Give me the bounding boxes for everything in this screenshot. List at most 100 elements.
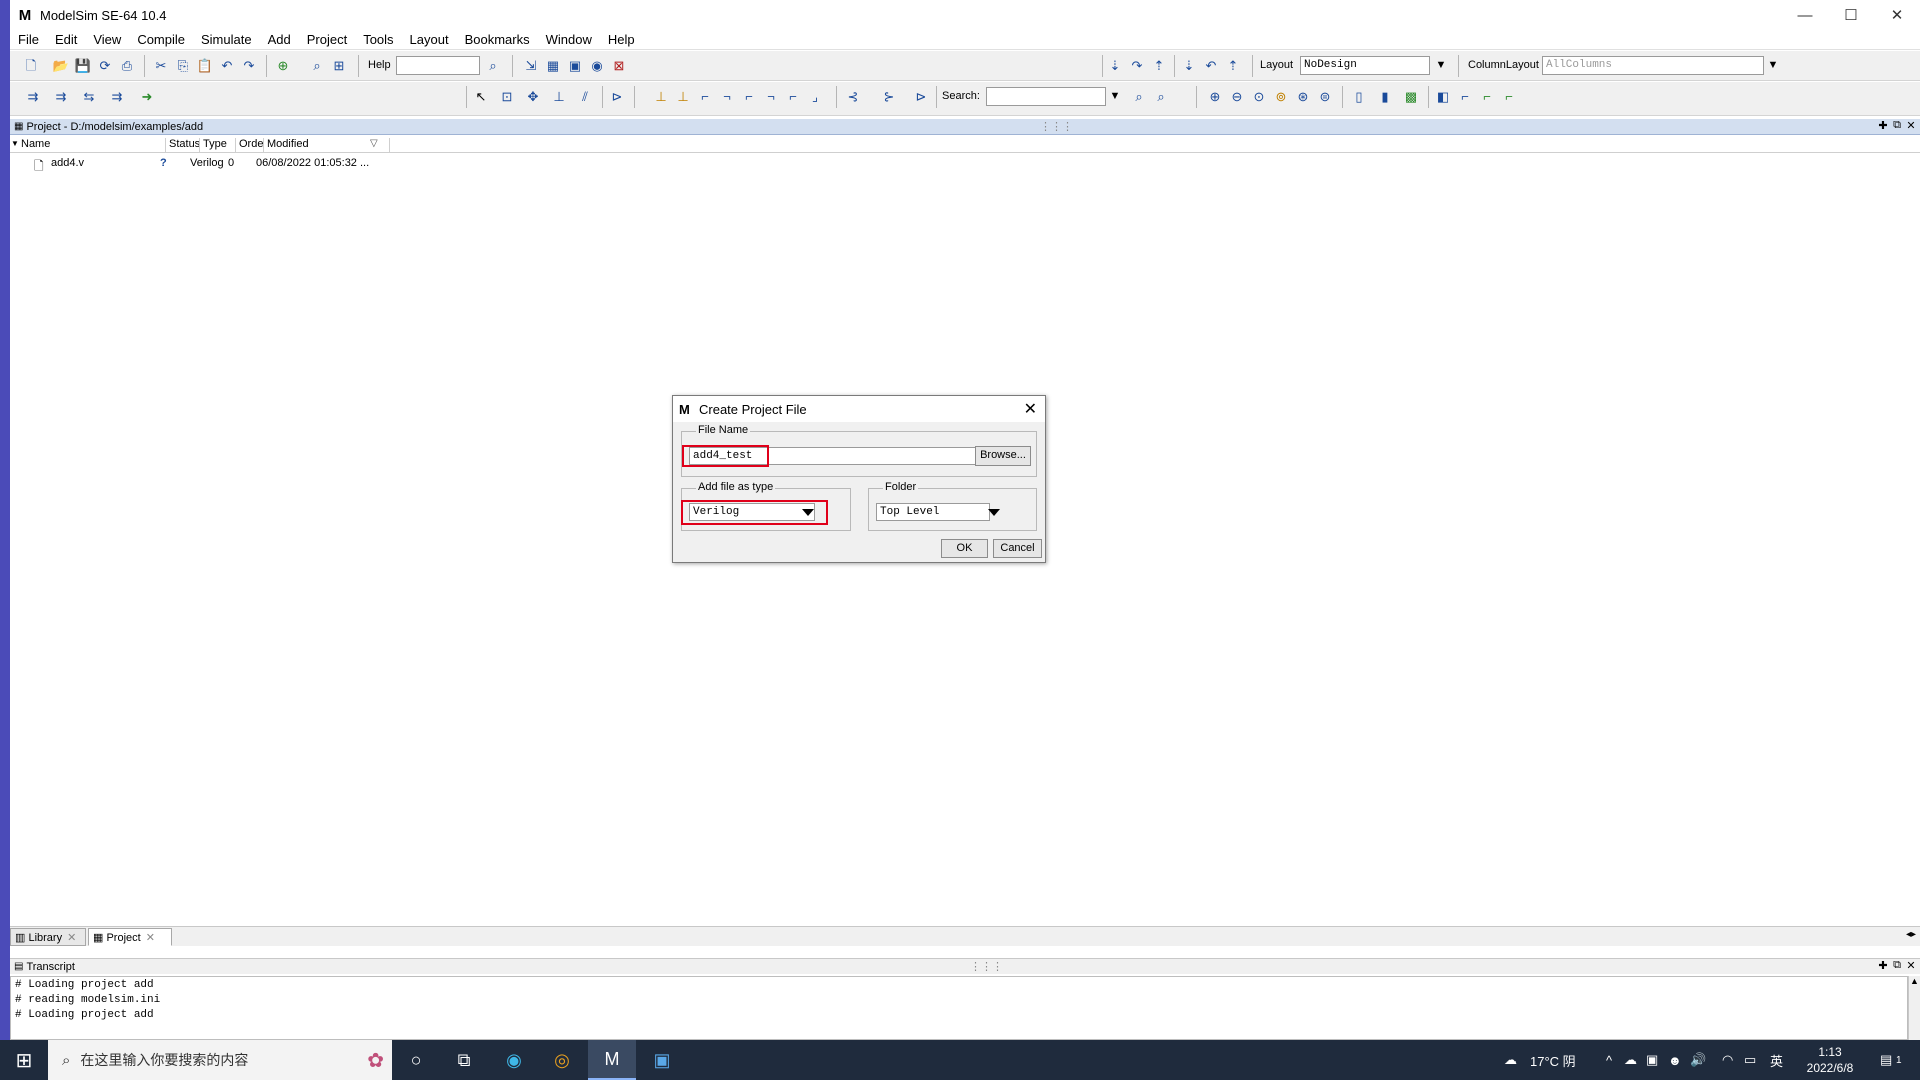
collapse-tree-icon[interactable]: ⊞ [330, 57, 348, 75]
add-dataflow-icon[interactable]: ⇉ [108, 88, 126, 106]
chevron-down-icon[interactable]: ▼ [1106, 87, 1124, 106]
open-folder-icon[interactable]: 📂 [52, 57, 70, 75]
layout-select[interactable]: NoDesign [1300, 56, 1430, 75]
menu-help[interactable]: Help [600, 32, 643, 47]
tab-close-icon[interactable]: ✕ [146, 932, 155, 944]
tray-expand-icon[interactable]: ^ [1606, 1040, 1612, 1080]
minimize-button[interactable]: — [1782, 0, 1828, 30]
select-pointer-icon[interactable]: ↖ [472, 88, 490, 106]
menu-bookmarks[interactable]: Bookmarks [457, 32, 538, 47]
pane-close-icon[interactable]: ✕ [1904, 119, 1918, 132]
undo-icon[interactable]: ↶ [218, 57, 236, 75]
edge-find-icon[interactable]: ⌟ [806, 88, 824, 106]
copy-icon[interactable]: ⎘ [174, 57, 192, 75]
compile-icon[interactable]: ⇲ [522, 57, 540, 75]
windows-start-icon[interactable]: ⊞ [0, 1040, 48, 1080]
dataflow-in-icon[interactable]: ⊰ [844, 88, 862, 106]
column-menu-icon[interactable]: ▽ [370, 138, 378, 149]
time-marker-icon[interactable]: ⌐ [1478, 88, 1496, 106]
photos-app-icon[interactable]: ▣ [638, 1040, 686, 1080]
pane-drag-handle-icon[interactable]: ⋮⋮⋮ [970, 960, 1003, 973]
app-orange-icon[interactable]: ◎ [538, 1040, 586, 1080]
chevron-down-icon[interactable] [988, 509, 1000, 516]
zoom-full-icon[interactable]: ⊙ [1250, 88, 1268, 106]
lock-cursor-icon[interactable]: ▩ [1402, 88, 1420, 106]
step-into-icon[interactable]: ⇣ [1106, 57, 1124, 75]
cortana-icon[interactable]: ○ [392, 1040, 440, 1080]
zoom-last-icon[interactable]: ⊛ [1294, 88, 1312, 106]
edge-prev-icon[interactable]: ⊥ [652, 88, 670, 106]
transition-next-icon[interactable]: ¬ [762, 88, 780, 106]
menu-tools[interactable]: Tools [355, 32, 401, 47]
column-type[interactable]: Type [200, 138, 236, 152]
taskbar-search[interactable]: ⌕ 在这里输入你要搜索的内容 ✿ [48, 1040, 392, 1080]
menu-add[interactable]: Add [260, 32, 299, 47]
delete-cursor-icon[interactable]: ▮ [1376, 88, 1394, 106]
chevron-down-icon[interactable]: ▼ [1764, 56, 1782, 75]
add-wave-icon[interactable]: ⇉ [24, 88, 42, 106]
time-marker-2-icon[interactable]: ⌐ [1500, 88, 1518, 106]
column-layout-select[interactable]: AllColumns [1542, 56, 1764, 75]
menu-view[interactable]: View [85, 32, 129, 47]
cancel-button[interactable]: Cancel [993, 539, 1042, 558]
paste-icon[interactable]: 📋 [196, 57, 214, 75]
zoom-in-icon[interactable]: ⊕ [1206, 88, 1224, 106]
column-order[interactable]: Order [236, 138, 264, 152]
break-icon[interactable]: ◉ [588, 57, 606, 75]
menu-simulate[interactable]: Simulate [193, 32, 260, 47]
edge-search-icon[interactable]: ⌐ [784, 88, 802, 106]
add-object-icon[interactable]: ⊕ [274, 57, 292, 75]
help-search-input[interactable] [396, 56, 480, 75]
compile-all-icon[interactable]: ▦ [544, 57, 562, 75]
menu-window[interactable]: Window [538, 32, 600, 47]
column-name[interactable]: Name [18, 138, 166, 152]
pan-icon[interactable]: ✥ [524, 88, 542, 106]
pane-dock-icon[interactable]: ✚ [1876, 119, 1890, 132]
chevron-down-icon[interactable]: ▼ [1432, 56, 1450, 75]
clock[interactable]: 1:13 2022/6/8 [1798, 1040, 1862, 1080]
menu-edit[interactable]: Edit [47, 32, 85, 47]
pane-undock-icon[interactable]: ⧉ [1890, 119, 1904, 132]
maximize-button[interactable]: ☐ [1828, 0, 1874, 30]
menu-file[interactable]: File [10, 32, 47, 47]
menu-project[interactable]: Project [299, 32, 355, 47]
zoom-area-icon[interactable]: ⊡ [498, 88, 516, 106]
delta-time-icon[interactable]: ⌐ [1456, 88, 1474, 106]
battery-icon[interactable]: ▭ [1744, 1040, 1756, 1080]
reload-icon[interactable]: ⟳ [96, 57, 114, 75]
transcript-scrollbar[interactable]: ▲ [1908, 976, 1920, 1040]
weather-icon[interactable]: ☁ [1504, 1040, 1517, 1080]
dialog-close-icon[interactable]: ✕ [1024, 399, 1037, 419]
modelsim-taskbar-icon[interactable]: M [588, 1040, 636, 1080]
wifi-icon[interactable]: ◠ [1722, 1040, 1733, 1080]
dataflow-trace-icon[interactable]: ⊳ [912, 88, 930, 106]
tab-close-icon[interactable]: ✕ [67, 932, 76, 944]
onedrive-icon[interactable]: ☁ [1624, 1040, 1637, 1080]
tab-scroll-icon[interactable]: ◂▸ [1906, 929, 1916, 940]
tab-project[interactable]: ▦ Project ✕ [88, 928, 172, 946]
pane-dock-icon[interactable]: ✚ [1876, 959, 1890, 972]
new-file-icon[interactable]: 🗋 [22, 57, 40, 75]
qq-icon[interactable]: ☻ [1668, 1040, 1682, 1080]
zoom-out-icon[interactable]: ⊖ [1228, 88, 1246, 106]
browse-button[interactable]: Browse... [975, 446, 1031, 466]
wave-edit-icon[interactable]: ⊳ [608, 88, 626, 106]
continue-back-icon[interactable]: ↶ [1202, 57, 1220, 75]
insert-cursor-icon[interactable]: ▯ [1350, 88, 1368, 106]
zoom-cursor-icon[interactable]: ⊚ [1272, 88, 1290, 106]
run-back-icon[interactable]: ⇡ [1224, 57, 1242, 75]
falling-edge-icon[interactable]: ¬ [718, 88, 736, 106]
run-arrow-icon[interactable]: ➜ [138, 88, 156, 106]
column-status[interactable]: Status [166, 138, 200, 152]
expand-time-icon[interactable]: ◧ [1434, 88, 1452, 106]
rising-edge-icon[interactable]: ⌐ [696, 88, 714, 106]
cut-icon[interactable]: ✂ [152, 57, 170, 75]
folder-select[interactable]: Top Level [876, 503, 990, 521]
print-icon[interactable]: ⎙ [118, 57, 136, 75]
step-out-icon[interactable]: ⇡ [1150, 57, 1168, 75]
notification-icon[interactable]: ▤ [1880, 1040, 1892, 1080]
weather-text[interactable]: 17°C 阴 [1530, 1040, 1576, 1080]
add-log-icon[interactable]: ⇆ [80, 88, 98, 106]
pane-undock-icon[interactable]: ⧉ [1890, 959, 1904, 972]
ok-button[interactable]: OK [941, 539, 988, 558]
